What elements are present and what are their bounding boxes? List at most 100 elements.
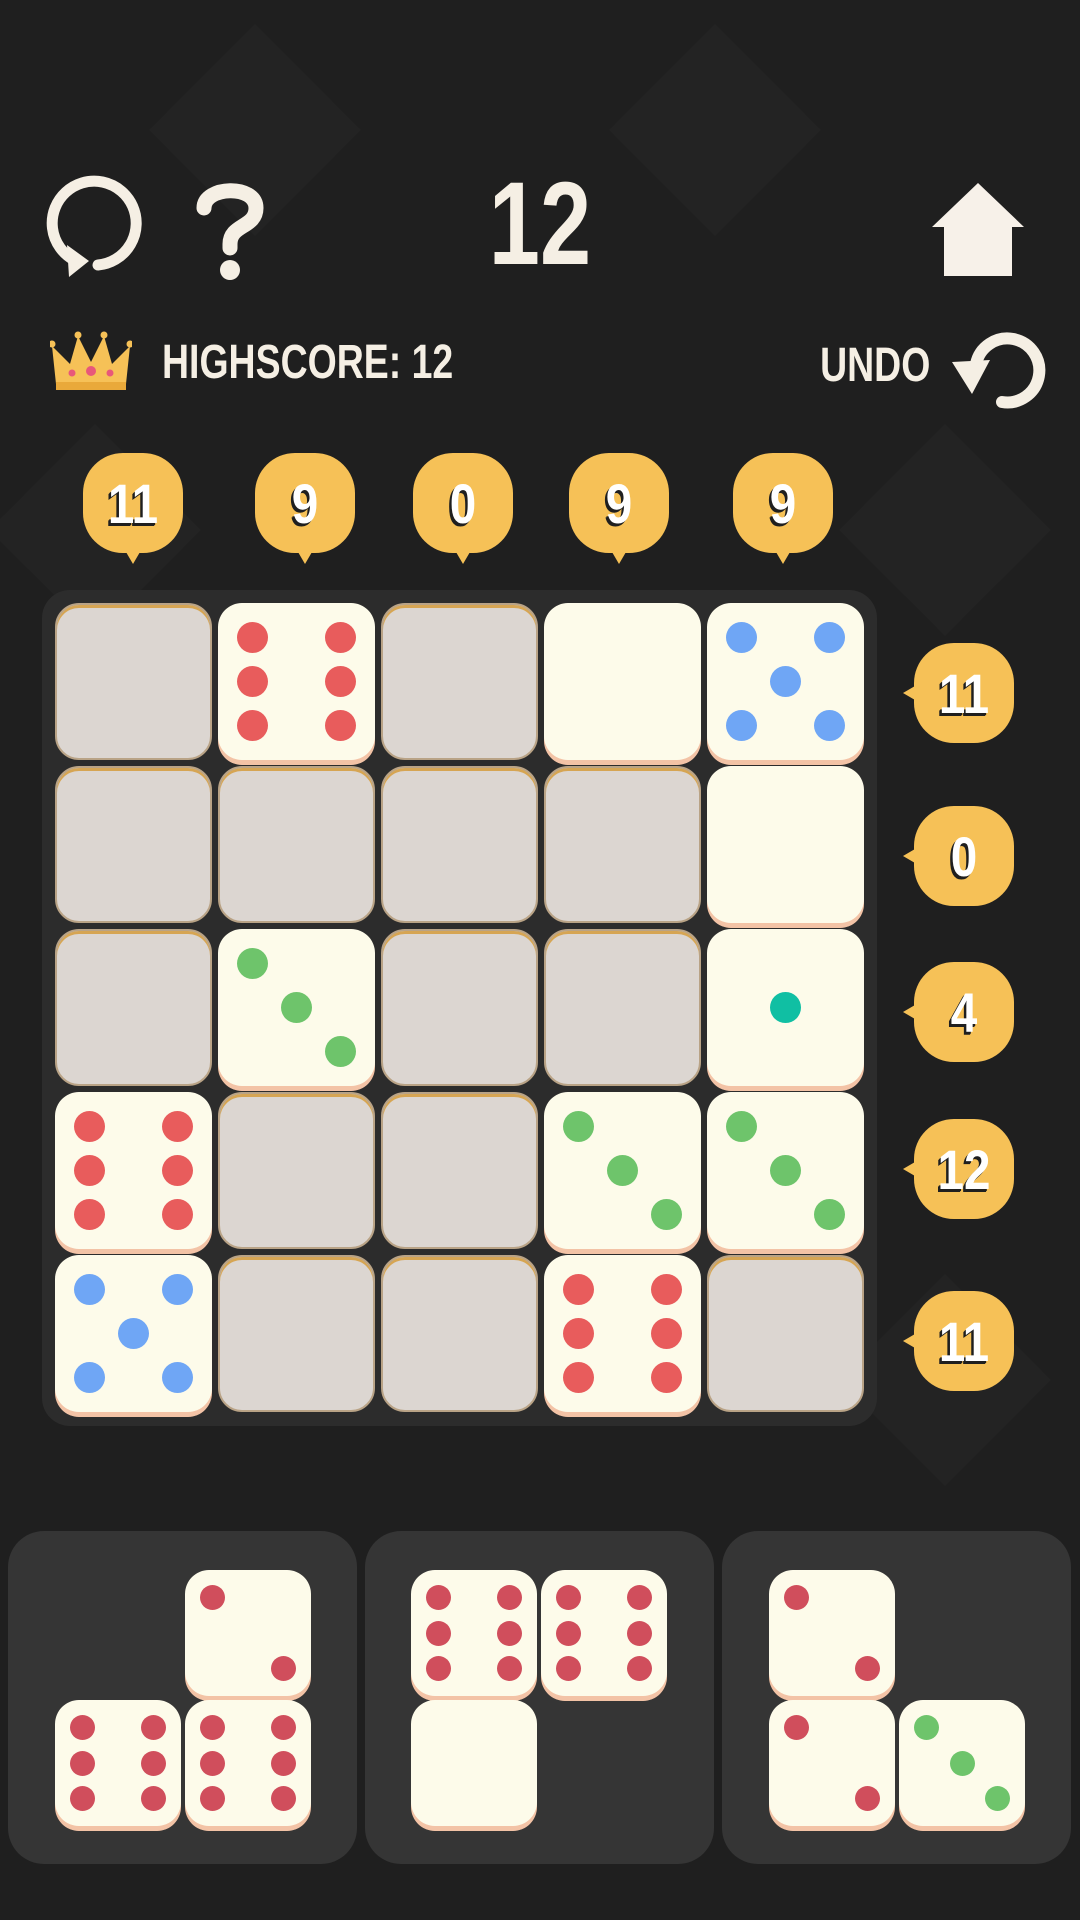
piece-tray[interactable] (722, 1531, 1071, 1864)
empty-cell[interactable] (55, 929, 212, 1086)
pip (140, 1750, 166, 1776)
die-6[interactable] (218, 603, 375, 760)
pip (770, 666, 801, 697)
pip (726, 709, 758, 741)
undo-button[interactable] (950, 322, 1050, 412)
pip (237, 948, 269, 980)
pip (237, 666, 269, 697)
pip (813, 1198, 845, 1230)
restart-button[interactable] (45, 175, 145, 285)
empty-cell[interactable] (544, 766, 701, 923)
pip (70, 1785, 96, 1811)
die-blank[interactable] (411, 1700, 537, 1826)
die-3[interactable] (544, 1092, 701, 1249)
pip (626, 1620, 652, 1646)
die-6[interactable] (55, 1092, 212, 1249)
pip (426, 1620, 452, 1646)
die-6[interactable] (185, 1700, 311, 1826)
restart-icon (46, 175, 142, 277)
pip (563, 1361, 595, 1393)
empty-cell[interactable] (218, 1255, 375, 1412)
empty-cell[interactable] (381, 603, 538, 760)
pip (650, 1318, 682, 1349)
pip (556, 1585, 582, 1611)
row-hint-value: 12 (937, 1137, 991, 1201)
pip (813, 709, 845, 741)
die-2[interactable] (185, 1570, 311, 1696)
pip (324, 622, 356, 654)
column-hint: 11 (83, 453, 183, 564)
pip (770, 1155, 801, 1186)
row-hint: 0 (903, 806, 1014, 906)
pip (426, 1655, 452, 1681)
pip (626, 1585, 652, 1611)
pip (324, 709, 356, 741)
row-hint-value: 11 (938, 1309, 990, 1373)
row-hint-value: 4 (950, 980, 978, 1044)
crown-icon (48, 331, 134, 390)
pip (74, 1111, 106, 1143)
column-hint: 9 (733, 453, 833, 564)
pip (496, 1655, 522, 1681)
die-6[interactable] (541, 1570, 667, 1696)
row-hint: 4 (903, 962, 1014, 1062)
empty-cell[interactable] (544, 929, 701, 1086)
pip (854, 1785, 880, 1811)
die-2[interactable] (769, 1570, 895, 1696)
row-hint-value: 11 (938, 661, 990, 725)
column-hint: 0 (413, 453, 513, 564)
column-hint-value: 9 (769, 471, 797, 535)
empty-cell[interactable] (55, 603, 212, 760)
empty-cell[interactable] (218, 1092, 375, 1249)
pip (74, 1155, 106, 1186)
pip (74, 1361, 106, 1393)
row-hint-value: 0 (950, 824, 978, 888)
game-board (42, 590, 877, 1426)
die-3[interactable] (707, 1092, 864, 1249)
current-score: 12 (488, 158, 592, 290)
piece-tray[interactable] (8, 1531, 357, 1864)
background-diamond (608, 23, 822, 237)
die-3[interactable] (899, 1700, 1025, 1826)
die-blank[interactable] (707, 766, 864, 923)
die-1[interactable] (707, 929, 864, 1086)
die-6[interactable] (55, 1700, 181, 1826)
pip (426, 1585, 452, 1611)
pip (74, 1274, 106, 1306)
pip (496, 1620, 522, 1646)
die-6[interactable] (411, 1570, 537, 1696)
pip (650, 1274, 682, 1306)
empty-cell[interactable] (381, 766, 538, 923)
die-2[interactable] (769, 1700, 895, 1826)
empty-cell[interactable] (381, 1255, 538, 1412)
pip (118, 1318, 149, 1349)
empty-cell[interactable] (55, 766, 212, 923)
die-5[interactable] (55, 1255, 212, 1412)
pip (914, 1715, 940, 1741)
pip (161, 1155, 193, 1186)
pip (161, 1111, 193, 1143)
pip (161, 1361, 193, 1393)
pip (563, 1318, 595, 1349)
undo-label[interactable]: UNDO (820, 338, 930, 393)
home-button[interactable] (928, 180, 1028, 280)
column-hint-value: 0 (449, 471, 477, 535)
home-icon (932, 183, 1024, 276)
help-button[interactable] (190, 178, 270, 282)
empty-cell[interactable] (707, 1255, 864, 1412)
empty-cell[interactable] (381, 1092, 538, 1249)
empty-cell[interactable] (218, 766, 375, 923)
pip (784, 1715, 810, 1741)
highscore-label: HIGHSCORE: 12 (162, 336, 454, 389)
die-6[interactable] (544, 1255, 701, 1412)
empty-cell[interactable] (381, 929, 538, 1086)
piece-tray[interactable] (365, 1531, 714, 1864)
pip (200, 1785, 226, 1811)
pip (200, 1715, 226, 1741)
pip (324, 666, 356, 697)
die-blank[interactable] (544, 603, 701, 760)
die-3[interactable] (218, 929, 375, 1086)
pip (161, 1274, 193, 1306)
die-5[interactable] (707, 603, 864, 760)
pip (556, 1655, 582, 1681)
